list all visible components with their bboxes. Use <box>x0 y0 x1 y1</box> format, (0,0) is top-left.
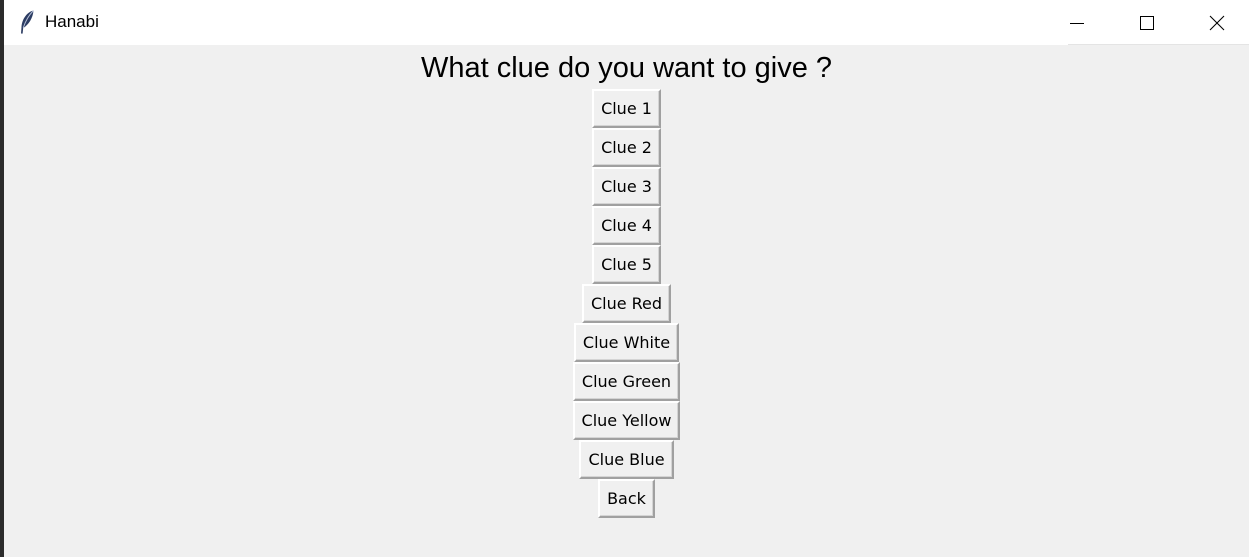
clue-4-button[interactable]: Clue 4 <box>592 206 661 245</box>
minimize-icon <box>1070 22 1084 24</box>
back-button[interactable]: Back <box>598 479 655 518</box>
clue-yellow-button[interactable]: Clue Yellow <box>572 401 681 440</box>
maximize-button[interactable] <box>1112 0 1182 45</box>
clue-2-button[interactable]: Clue 2 <box>592 128 661 167</box>
clue-1-button[interactable]: Clue 1 <box>592 89 661 128</box>
maximize-icon <box>1140 15 1154 30</box>
clue-prompt: What clue do you want to give ? <box>420 52 833 84</box>
clue-5-button[interactable]: Clue 5 <box>592 245 661 284</box>
feather-icon <box>21 10 34 34</box>
title-bar[interactable]: Hanabi <box>4 0 1249 45</box>
app-window: Hanabi What clue do you want to give ? C… <box>4 0 1249 557</box>
clue-blue-button[interactable]: Clue Blue <box>579 440 674 479</box>
clue-3-button[interactable]: Clue 3 <box>592 167 661 206</box>
close-button[interactable] <box>1182 0 1249 45</box>
minimize-button[interactable] <box>1042 0 1112 45</box>
clue-white-button[interactable]: Clue White <box>573 323 680 362</box>
main-content: What clue do you want to give ? Clue 1 C… <box>4 45 1249 557</box>
window-title: Hanabi <box>45 12 99 31</box>
clue-green-button[interactable]: Clue Green <box>572 362 681 401</box>
close-icon <box>1209 15 1225 30</box>
clue-button-list: Clue 1 Clue 2 Clue 3 Clue 4 Clue 5 Clue … <box>4 89 1249 518</box>
clue-red-button[interactable]: Clue Red <box>581 284 672 323</box>
